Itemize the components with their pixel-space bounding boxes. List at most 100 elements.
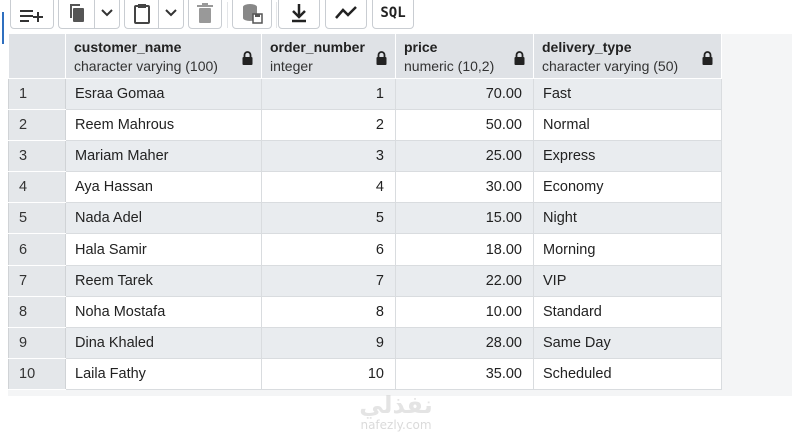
chevron-down-icon <box>100 8 114 18</box>
watermark: نفذلي nafezly.com <box>346 392 446 438</box>
table-row[interactable]: 4 Aya Hassan 4 30.00 Economy <box>8 171 722 204</box>
cell-order-number[interactable]: 6 <box>261 233 396 266</box>
row-number[interactable]: 9 <box>8 326 66 360</box>
cell-customer-name[interactable]: Esraa Gomaa <box>65 77 262 110</box>
copy-button[interactable] <box>58 0 94 29</box>
column-type: character varying (50) <box>542 58 679 74</box>
paste-icon <box>132 2 152 24</box>
row-number[interactable]: 1 <box>8 77 66 110</box>
table-row[interactable]: 6 Hala Samir 6 18.00 Morning <box>8 233 722 266</box>
add-row-button[interactable] <box>10 0 54 29</box>
cell-delivery-type[interactable]: Economy <box>533 171 722 204</box>
copy-icon <box>67 2 87 24</box>
column-name: delivery_type <box>542 39 632 55</box>
cell-customer-name[interactable]: Hala Samir <box>65 233 262 266</box>
cell-customer-name[interactable]: Nada Adel <box>65 202 262 235</box>
cell-customer-name[interactable]: Dina Khaled <box>65 326 262 360</box>
lock-icon <box>376 51 387 69</box>
row-number[interactable]: 3 <box>8 139 66 173</box>
cell-price[interactable]: 35.00 <box>395 358 534 391</box>
cell-delivery-type[interactable]: Standard <box>533 295 722 329</box>
sql-button[interactable]: SQL <box>372 0 414 29</box>
download-button[interactable] <box>278 0 320 29</box>
cell-delivery-type[interactable]: VIP <box>533 264 722 297</box>
cell-delivery-type[interactable]: Night <box>533 202 722 235</box>
table-row[interactable]: 8 Noha Mostafa 8 10.00 Standard <box>8 295 722 329</box>
download-icon <box>289 2 309 24</box>
cell-delivery-type[interactable]: Normal <box>533 108 722 141</box>
table-row[interactable]: 2 Reem Mahrous 2 50.00 Normal <box>8 108 722 141</box>
select-all-corner[interactable] <box>8 34 66 79</box>
column-header-delivery-type[interactable]: delivery_type character varying (50) <box>533 34 722 79</box>
column-name: price <box>404 39 438 55</box>
row-number[interactable]: 6 <box>8 233 66 266</box>
cell-customer-name[interactable]: Mariam Maher <box>65 139 262 173</box>
sql-icon: SQL <box>380 4 406 21</box>
column-header-order-number[interactable]: order_number integer <box>261 34 396 79</box>
cell-price[interactable]: 25.00 <box>395 139 534 173</box>
cell-delivery-type[interactable]: Scheduled <box>533 358 722 391</box>
column-name: order_number <box>270 39 365 55</box>
table-row[interactable]: 1 Esraa Gomaa 1 70.00 Fast <box>8 77 722 110</box>
graph-visualiser-button[interactable] <box>325 0 367 29</box>
cell-order-number[interactable]: 9 <box>261 326 396 360</box>
table-row[interactable]: 5 Nada Adel 5 15.00 Night <box>8 202 722 235</box>
query-toolbar: SQL <box>0 0 792 32</box>
save-data-icon <box>241 2 263 24</box>
cell-customer-name[interactable]: Reem Mahrous <box>65 108 262 141</box>
column-type: integer <box>270 58 313 74</box>
delete-button[interactable] <box>188 0 222 29</box>
cell-order-number[interactable]: 5 <box>261 202 396 235</box>
cell-delivery-type[interactable]: Morning <box>533 233 722 266</box>
cell-order-number[interactable]: 10 <box>261 358 396 391</box>
paste-button[interactable] <box>124 0 158 29</box>
chevron-down-icon <box>164 8 178 18</box>
editor-focus-indicator <box>2 12 4 44</box>
row-number[interactable]: 5 <box>8 202 66 235</box>
column-header-customer-name[interactable]: customer_name character varying (100) <box>65 34 262 79</box>
copy-options-dropdown[interactable] <box>94 0 120 29</box>
table-row[interactable]: 9 Dina Khaled 9 28.00 Same Day <box>8 326 722 360</box>
grid-header-row: customer_name character varying (100) or… <box>8 34 722 79</box>
delete-icon <box>196 2 214 24</box>
cell-price[interactable]: 15.00 <box>395 202 534 235</box>
watermark-brand: نفذلي <box>359 391 433 419</box>
cell-price[interactable]: 10.00 <box>395 295 534 329</box>
cell-order-number[interactable]: 8 <box>261 295 396 329</box>
cell-customer-name[interactable]: Reem Tarek <box>65 264 262 297</box>
cell-price[interactable]: 70.00 <box>395 77 534 110</box>
cell-customer-name[interactable]: Aya Hassan <box>65 171 262 204</box>
cell-price[interactable]: 30.00 <box>395 171 534 204</box>
cell-order-number[interactable]: 4 <box>261 171 396 204</box>
column-header-price[interactable]: price numeric (10,2) <box>395 34 534 79</box>
cell-price[interactable]: 28.00 <box>395 326 534 360</box>
cell-price[interactable]: 22.00 <box>395 264 534 297</box>
cell-customer-name[interactable]: Noha Mostafa <box>65 295 262 329</box>
toolbar-separator <box>227 2 228 28</box>
add-row-icon <box>19 3 45 23</box>
row-number[interactable]: 2 <box>8 108 66 141</box>
lock-icon <box>514 51 525 69</box>
cell-order-number[interactable]: 7 <box>261 264 396 297</box>
table-row[interactable]: 3 Mariam Maher 3 25.00 Express <box>8 139 722 173</box>
row-number[interactable]: 10 <box>8 358 66 391</box>
cell-order-number[interactable]: 2 <box>261 108 396 141</box>
row-number[interactable]: 4 <box>8 171 66 204</box>
cell-order-number[interactable]: 1 <box>261 77 396 110</box>
cell-delivery-type[interactable]: Same Day <box>533 326 722 360</box>
cell-price[interactable]: 50.00 <box>395 108 534 141</box>
cell-customer-name[interactable]: Laila Fathy <box>65 358 262 391</box>
lock-icon <box>242 51 253 69</box>
toolbar-separator <box>276 2 277 28</box>
table-row[interactable]: 10 Laila Fathy 10 35.00 Scheduled <box>8 358 722 391</box>
save-data-button[interactable] <box>232 0 272 29</box>
cell-delivery-type[interactable]: Fast <box>533 77 722 110</box>
watermark-url: nafezly.com <box>360 418 432 432</box>
paste-options-dropdown[interactable] <box>158 0 184 29</box>
cell-delivery-type[interactable]: Express <box>533 139 722 173</box>
table-row[interactable]: 7 Reem Tarek 7 22.00 VIP <box>8 264 722 297</box>
row-number[interactable]: 8 <box>8 295 66 329</box>
cell-price[interactable]: 18.00 <box>395 233 534 266</box>
cell-order-number[interactable]: 3 <box>261 139 396 173</box>
row-number[interactable]: 7 <box>8 264 66 297</box>
